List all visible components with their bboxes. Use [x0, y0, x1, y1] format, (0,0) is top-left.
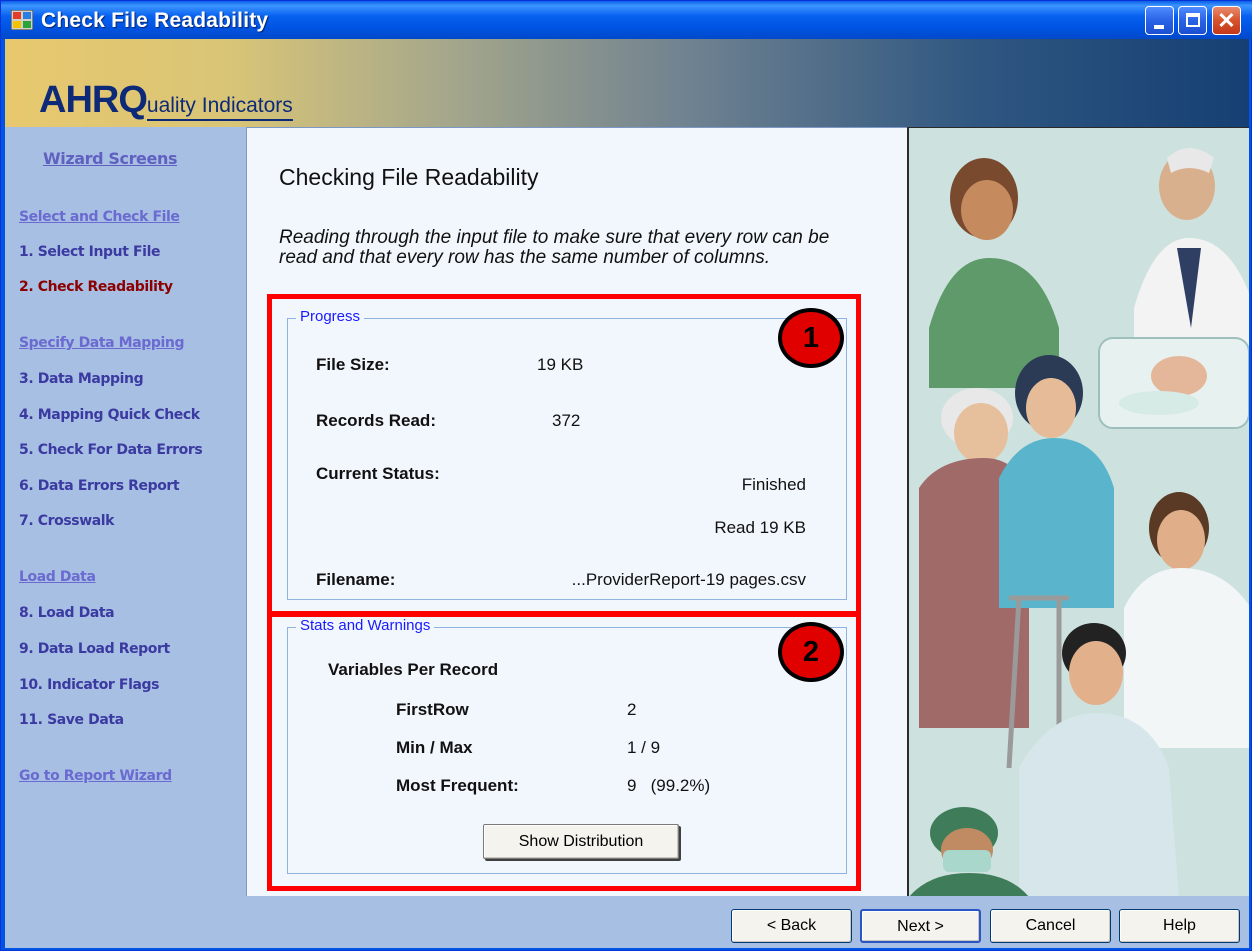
sidebar-link-report-wizard[interactable]: Go to Report Wizard: [19, 768, 172, 784]
sidebar-item-crosswalk[interactable]: 7. Crosswalk: [19, 513, 114, 529]
cancel-button[interactable]: Cancel: [990, 909, 1111, 943]
maximize-button[interactable]: [1178, 6, 1207, 35]
app-icon: [11, 10, 33, 30]
minimize-icon: [1154, 25, 1164, 29]
healthcare-illustration: [907, 127, 1249, 896]
next-button[interactable]: Next >: [860, 909, 981, 943]
sidebar-item-load-data[interactable]: 8. Load Data: [19, 605, 115, 621]
callout-badge-2: 2: [778, 622, 844, 682]
minimize-button[interactable]: [1145, 6, 1174, 35]
sidebar-item-mapping-quick-check[interactable]: 4. Mapping Quick Check: [19, 407, 200, 423]
wizard-sidebar: Wizard Screens Select and Check File 1. …: [5, 127, 247, 948]
header-banner: AHRQuality Indicators: [5, 39, 1249, 127]
title-bar[interactable]: Check File Readability ✕: [1, 1, 1252, 39]
sidebar-heading[interactable]: Wizard Screens: [43, 149, 177, 168]
logo-ahrq: AHRQ: [39, 79, 148, 121]
highlight-box-progress: [267, 294, 861, 616]
sidebar-item-data-mapping[interactable]: 3. Data Mapping: [19, 371, 144, 387]
close-button[interactable]: ✕: [1212, 6, 1241, 35]
sidebar-item-data-load-report[interactable]: 9. Data Load Report: [19, 641, 170, 657]
sidebar-item-indicator-flags[interactable]: 10. Indicator Flags: [19, 677, 159, 693]
sidebar-section-specify-data-mapping[interactable]: Specify Data Mapping: [19, 335, 184, 351]
back-button[interactable]: < Back: [731, 909, 852, 943]
close-icon: ✕: [1217, 8, 1236, 33]
window-title: Check File Readability: [41, 9, 269, 32]
sidebar-item-check-data-errors[interactable]: 5. Check For Data Errors: [19, 442, 203, 458]
app-window: Check File Readability ✕ AHRQuality Indi…: [0, 0, 1252, 951]
page-description: Reading through the input file to make s…: [279, 227, 830, 268]
footer-bar: < Back Next > Cancel Help: [5, 896, 1249, 948]
maximize-icon: [1186, 13, 1200, 27]
callout-badge-1: 1: [778, 308, 844, 368]
logo-subtitle: uality Indicators: [146, 94, 293, 121]
highlight-box-stats: [267, 612, 861, 891]
help-button[interactable]: Help: [1119, 909, 1240, 943]
sidebar-section-load-data[interactable]: Load Data: [19, 569, 96, 585]
page-title: Checking File Readability: [279, 164, 539, 190]
sidebar-item-check-readability[interactable]: 2. Check Readability: [19, 279, 173, 295]
content-panel: Checking File Readability Reading throug…: [247, 127, 907, 896]
sidebar-item-save-data[interactable]: 11. Save Data: [19, 712, 124, 728]
illustration-art: [909, 128, 1249, 896]
ahrq-logo: AHRQuality Indicators: [39, 79, 293, 122]
sidebar-item-data-errors-report[interactable]: 6. Data Errors Report: [19, 478, 180, 494]
sidebar-section-select-check[interactable]: Select and Check File: [19, 209, 180, 225]
sidebar-item-select-input-file[interactable]: 1. Select Input File: [19, 244, 160, 260]
